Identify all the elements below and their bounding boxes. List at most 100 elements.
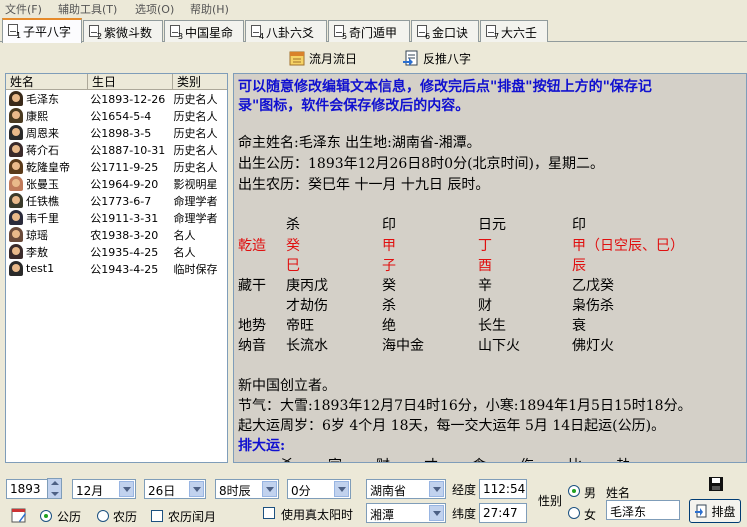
canggan-year: 庚丙戊 [286,278,328,294]
save-record-icon[interactable] [708,476,724,492]
gan-hour: 甲（日空辰、巳） [572,238,684,254]
column-header-name[interactable]: 姓名 [6,74,88,89]
chevron-down-icon[interactable] [429,481,444,497]
tab-liuren[interactable]: 7 大六壬 [480,20,548,42]
hour-select[interactable]: 8时辰 [215,479,279,499]
year-spinner[interactable] [47,478,62,499]
list-item[interactable]: 任铁樵 公1773-6-7 命理学者 [6,192,227,209]
avatar [9,244,23,259]
list-item-birth: 公1911-3-31 [90,211,159,225]
list-item[interactable]: 蒋介石 公1887-10-31 历史名人 [6,141,227,158]
list-item-name: test1 [26,262,55,275]
dishi-day: 长生 [478,318,506,334]
dishi-hour: 衰 [572,318,586,334]
zhi-year: 巳 [286,258,300,274]
tab-label: 子平八字 [23,25,72,39]
menu-file[interactable]: 文件(F) [5,1,42,17]
list-item-name-cell: 韦千里 [6,210,87,226]
female-radio[interactable] [568,507,580,519]
tab-liuyao[interactable]: 4 八卦六爻 [245,20,327,42]
column-header-birth[interactable]: 生日 [88,74,173,89]
tab-qimen[interactable]: 5 奇门遁甲 [328,20,410,42]
list-item[interactable]: 周恩来 公1898-3-5 历史名人 [6,124,227,141]
list-item[interactable]: 李敖 公1935-4-25 名人 [6,243,227,260]
chevron-down-icon[interactable] [429,505,444,521]
tab-ziwei[interactable]: 2 紫微斗数 [83,20,163,42]
canggan-hour: 乙戊癸 [572,278,614,294]
list-body: 毛泽东 公1893-12-26 历史名人 康熙 公1654-5-4 历史名人周恩来 公189… [6,90,227,277]
avatar [9,142,23,157]
qiyun-line: 起大运周岁：6岁 4个月 18天，每一交大运年 5月 14日起运(公历)。 [238,418,666,434]
list-item-birth: 公1711-9-25 [90,160,159,174]
list-item[interactable]: 毛泽东 公1893-12-26 历史名人 [6,90,227,107]
list-item-name-cell: 乾隆皇帝 [6,159,87,175]
month-select[interactable]: 12月 [72,479,136,499]
tab-number: 2 [97,32,103,41]
list-item-name: 周恩来 [26,126,59,140]
chevron-down-icon[interactable] [262,481,277,497]
notice-line-2: 录"图标，软件会保存修改后的内容。 [238,98,470,114]
canggan-month: 癸 [382,278,396,294]
dayun-title: 排大运: [238,438,286,454]
tab-jinkou[interactable]: 6 金口诀 [411,20,479,42]
chevron-down-icon[interactable] [119,481,134,497]
canggan-ss-hour: 枭伤杀 [572,298,614,314]
paipan-label: 排盘 [711,504,736,519]
record-list: 姓名 生日 类别 毛泽东 公1893-12-26 历史名人 康熙 公1654-5-4 历史… [5,73,228,463]
province-select[interactable]: 湖南省 [366,479,446,499]
paipan-button[interactable]: 排盘 [689,499,741,523]
true-solar-checkbox[interactable] [263,507,275,519]
year-input[interactable]: 1893 [6,479,48,499]
liuyue-button[interactable]: 流月流日 [288,47,357,69]
tab-number: 5 [342,32,348,41]
gan-day: 丁 [478,238,492,254]
list-item[interactable]: 乾隆皇帝 公1711-9-25 历史名人 [6,158,227,175]
list-item[interactable]: 琼瑶 农1938-3-20 名人 [6,226,227,243]
fantui-button[interactable]: 反推八字 [402,47,471,69]
chevron-down-icon[interactable] [189,481,204,497]
minute-select[interactable]: 0分 [287,479,351,499]
solar-radio[interactable] [40,510,52,522]
list-item-birth: 公1935-4-25 [90,245,159,259]
true-solar-label: 使用真太阳时 [281,508,354,522]
lunar-label: 农历 [113,510,138,524]
chart-text-panel[interactable]: 可以随意修改编辑文本信息，修改完后点"排盘"按钮上方的"保存记 录"图标，软件会… [233,73,747,463]
latitude-label: 纬度 [452,507,477,521]
latitude-input[interactable]: 27:47 [479,503,527,523]
name-input[interactable]: 毛泽东 [606,500,680,520]
day-select[interactable]: 26日 [144,479,206,499]
tab-xingming[interactable]: 3 中国星命 [164,20,244,42]
list-item-name: 韦千里 [26,211,59,225]
chevron-down-icon[interactable] [334,481,349,497]
tab-ziping[interactable]: 1 子平八字 [2,18,82,43]
city-select[interactable]: 湘潭 [366,503,446,523]
tab-label: 奇门遁甲 [349,26,398,40]
longitude-input[interactable]: 112:54 [479,479,527,499]
list-item[interactable]: 韦千里 公1911-3-31 命理学者 [6,209,227,226]
list-item-type: 名人 [173,228,196,242]
calendar-edit-icon[interactable] [11,507,27,523]
list-item[interactable]: 康熙 公1654-5-4 历史名人 [6,107,227,124]
dayun-shishen: 劫 [616,455,630,462]
menu-tools[interactable]: 辅助工具(T) [58,1,117,17]
list-item[interactable]: 张曼玉 公1964-9-20 影视明星 [6,175,227,192]
list-item-name: 李敖 [26,245,48,259]
dayun-shishen: 食 [472,455,486,462]
list-item-type: 影视明星 [173,177,218,191]
list-item-type: 历史名人 [173,126,218,140]
avatar [9,227,23,242]
list-item-name: 任铁樵 [26,194,59,208]
list-item-type: 历史名人 [173,160,218,174]
tab-label: 金口诀 [432,26,469,40]
list-item-birth: 公1898-3-5 [90,126,152,140]
male-label: 男 [584,486,597,500]
male-radio[interactable] [568,485,580,497]
menu-options[interactable]: 选项(O) [135,1,174,17]
leap-month-checkbox[interactable] [151,510,163,522]
lunar-radio[interactable] [97,510,109,522]
list-item[interactable]: test1 公1943-4-25 临时保存 [6,260,227,277]
column-header-type[interactable]: 类别 [173,74,227,89]
solar-line: 出生公历：1893年12月26日8时0分(北京时间)，星期二。 [238,156,604,172]
menu-help[interactable]: 帮助(H) [190,1,229,17]
menu-bar: 文件(F) 辅助工具(T) 选项(O) 帮助(H) [0,0,747,17]
